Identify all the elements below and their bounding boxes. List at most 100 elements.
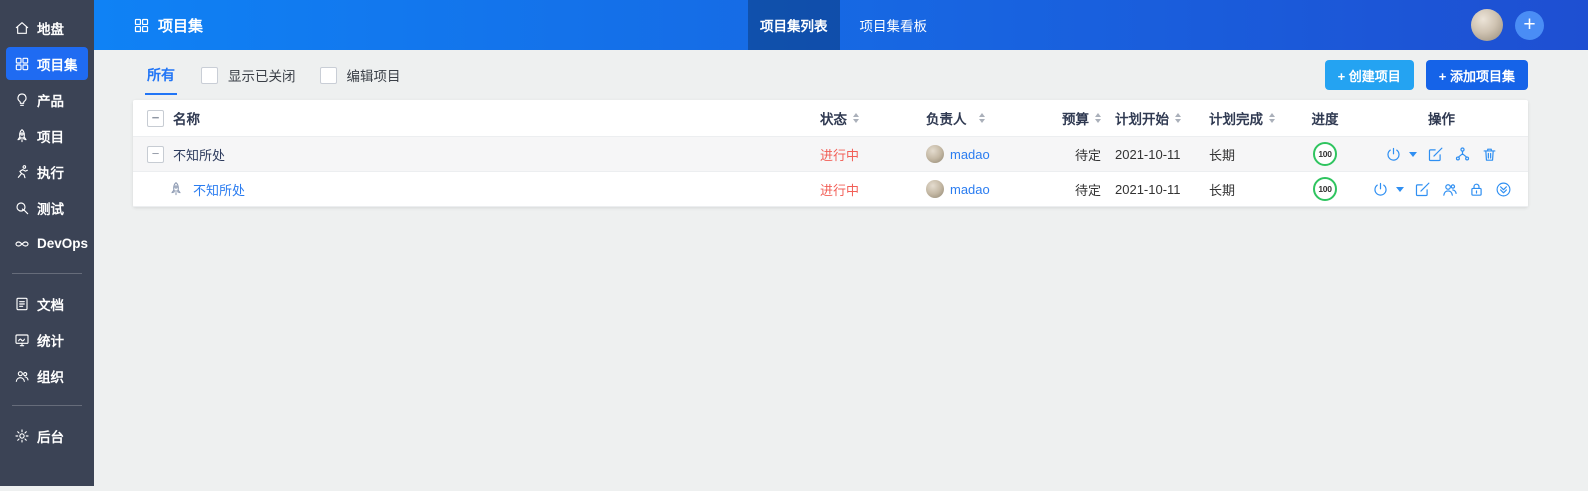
progress-ring: 100 xyxy=(1313,177,1337,201)
sort-icon[interactable] xyxy=(853,113,859,123)
column-label: 预算 xyxy=(1062,112,1089,127)
sidebar-item-devops[interactable]: DevOps xyxy=(6,227,88,260)
create-project-button[interactable]: + 创建项目 xyxy=(1324,60,1414,90)
filter-tab-all[interactable]: 所有 xyxy=(145,65,177,95)
sidebar-item-label: 统计 xyxy=(37,333,64,349)
user-avatar[interactable] xyxy=(1471,9,1503,41)
edit-project-checkbox-group[interactable]: 编辑项目 xyxy=(319,65,401,85)
sidebar-item-execution[interactable]: 执行 xyxy=(6,155,88,188)
tab-label: 项目集列表 xyxy=(760,19,828,34)
cell-plan-begin: 2021-10-11 xyxy=(1101,147,1200,162)
column-label: 名称 xyxy=(173,112,200,127)
plan-end-value: 长期 xyxy=(1209,182,1236,198)
program-grid-icon xyxy=(133,17,150,34)
topbar-tabs: 项目集列表 项目集看板 xyxy=(748,0,939,50)
toolbar: 所有 显示已关闭 编辑项目 + 创建项目 + 添加项目集 xyxy=(94,50,1588,100)
cell-status: 进行中 xyxy=(820,180,926,199)
sidebar: 地盘 项目集 产品 项目 执行 测试 DevOps 文档 统计 组织 后台 xyxy=(0,0,94,486)
main-area: 项目集 项目集列表 项目集看板 所有 显示已关闭 编辑项目 + 创建项目 + 添… xyxy=(94,0,1588,491)
program-table: 名称 状态 负责人 预算 计划开始 计划完成 xyxy=(133,100,1528,207)
cell-name: 不知所处 xyxy=(133,180,820,199)
table-row: 不知所处 进行中 madao 待定 2021-10-11 长期 100 xyxy=(133,172,1528,207)
tab-program-list[interactable]: 项目集列表 xyxy=(748,0,840,50)
add-program-button[interactable]: + 添加项目集 xyxy=(1425,60,1528,90)
sidebar-item-label: 项目 xyxy=(37,129,64,145)
sidebar-item-label: 执行 xyxy=(37,165,64,181)
project-rocket-icon xyxy=(14,128,30,144)
test-magnifier-icon xyxy=(14,200,30,216)
status-badge: 进行中 xyxy=(820,147,860,163)
more-actions-icon[interactable] xyxy=(1495,181,1512,198)
collapse-all-icon[interactable] xyxy=(147,109,164,127)
cell-budget: 待定 xyxy=(1046,145,1101,164)
program-grid-icon xyxy=(14,56,30,72)
stats-monitor-icon xyxy=(14,332,30,348)
sidebar-item-label: 项目集 xyxy=(37,57,78,73)
global-add-button[interactable] xyxy=(1515,10,1544,40)
sort-icon[interactable] xyxy=(1175,113,1181,123)
column-label: 负责人 xyxy=(926,112,967,127)
budget-value: 待定 xyxy=(1074,147,1101,163)
sidebar-item-label: 地盘 xyxy=(37,21,64,37)
sidebar-divider xyxy=(12,273,82,274)
table-row: 不知所处 进行中 madao 待定 2021-10-11 长期 100 xyxy=(133,137,1528,172)
sort-icon[interactable] xyxy=(978,113,985,123)
cell-plan-end: 长期 xyxy=(1200,145,1295,164)
column-header-plan-end: 计划完成 xyxy=(1200,108,1295,128)
sidebar-nav: 地盘 项目集 产品 项目 执行 测试 DevOps 文档 统计 组织 后台 xyxy=(0,0,94,452)
caret-down-icon[interactable] xyxy=(1395,186,1404,192)
owner-link[interactable]: madao xyxy=(950,147,990,162)
show-closed-label: 显示已关闭 xyxy=(228,69,296,84)
split-icon[interactable] xyxy=(1454,146,1471,163)
caret-down-icon[interactable] xyxy=(1409,151,1417,157)
cell-owner: madao xyxy=(926,180,1046,198)
edit-project-label: 编辑项目 xyxy=(346,69,401,84)
power-icon[interactable] xyxy=(1385,146,1402,163)
sidebar-item-org[interactable]: 组织 xyxy=(6,359,88,392)
cell-budget: 待定 xyxy=(1046,180,1101,199)
owner-link[interactable]: madao xyxy=(950,182,990,197)
power-icon[interactable] xyxy=(1372,181,1389,198)
program-name-link[interactable]: 不知所处 xyxy=(173,145,225,164)
lock-icon[interactable] xyxy=(1468,181,1485,198)
team-icon[interactable] xyxy=(1441,181,1458,198)
column-label: 计划完成 xyxy=(1209,112,1263,127)
tab-program-kanban[interactable]: 项目集看板 xyxy=(848,0,940,50)
sidebar-item-home[interactable]: 地盘 xyxy=(6,11,88,44)
sidebar-item-label: 测试 xyxy=(37,201,64,217)
column-label: 进度 xyxy=(1311,112,1339,127)
sidebar-item-doc[interactable]: 文档 xyxy=(6,287,88,320)
cell-progress: 100 xyxy=(1295,177,1355,201)
sort-icon[interactable] xyxy=(1269,113,1275,123)
doc-icon xyxy=(14,296,30,312)
cell-actions xyxy=(1355,146,1528,163)
sidebar-item-admin[interactable]: 后台 xyxy=(6,419,88,452)
sidebar-item-test[interactable]: 测试 xyxy=(6,191,88,224)
column-label: 状态 xyxy=(820,112,847,127)
edit-icon[interactable] xyxy=(1427,146,1444,163)
column-label: 计划开始 xyxy=(1115,112,1169,127)
sidebar-item-product[interactable]: 产品 xyxy=(6,83,88,116)
project-name-link[interactable]: 不知所处 xyxy=(193,180,245,199)
show-closed-checkbox[interactable] xyxy=(201,66,218,84)
cell-owner: madao xyxy=(926,145,1046,163)
cell-name: 不知所处 xyxy=(133,145,820,164)
sidebar-item-program[interactable]: 项目集 xyxy=(6,47,88,80)
show-closed-checkbox-group[interactable]: 显示已关闭 xyxy=(201,65,296,85)
cell-status: 进行中 xyxy=(820,145,926,164)
sidebar-item-label: 文档 xyxy=(37,297,64,313)
sidebar-item-stats[interactable]: 统计 xyxy=(6,323,88,356)
page-title-text: 项目集 xyxy=(158,17,204,35)
delete-icon[interactable] xyxy=(1481,146,1498,163)
cell-plan-end: 长期 xyxy=(1200,180,1295,199)
topbar: 项目集 项目集列表 项目集看板 xyxy=(94,0,1588,50)
collapse-row-icon[interactable] xyxy=(147,145,164,163)
edit-icon[interactable] xyxy=(1414,181,1431,198)
sidebar-item-label: 组织 xyxy=(37,369,64,385)
plan-begin-value: 2021-10-11 xyxy=(1115,181,1181,197)
edit-project-checkbox[interactable] xyxy=(319,66,337,84)
column-header-status: 状态 xyxy=(820,108,926,128)
sidebar-item-project[interactable]: 项目 xyxy=(6,119,88,152)
tab-label: 项目集看板 xyxy=(859,19,928,34)
table-header-row: 名称 状态 负责人 预算 计划开始 计划完成 xyxy=(133,100,1528,137)
